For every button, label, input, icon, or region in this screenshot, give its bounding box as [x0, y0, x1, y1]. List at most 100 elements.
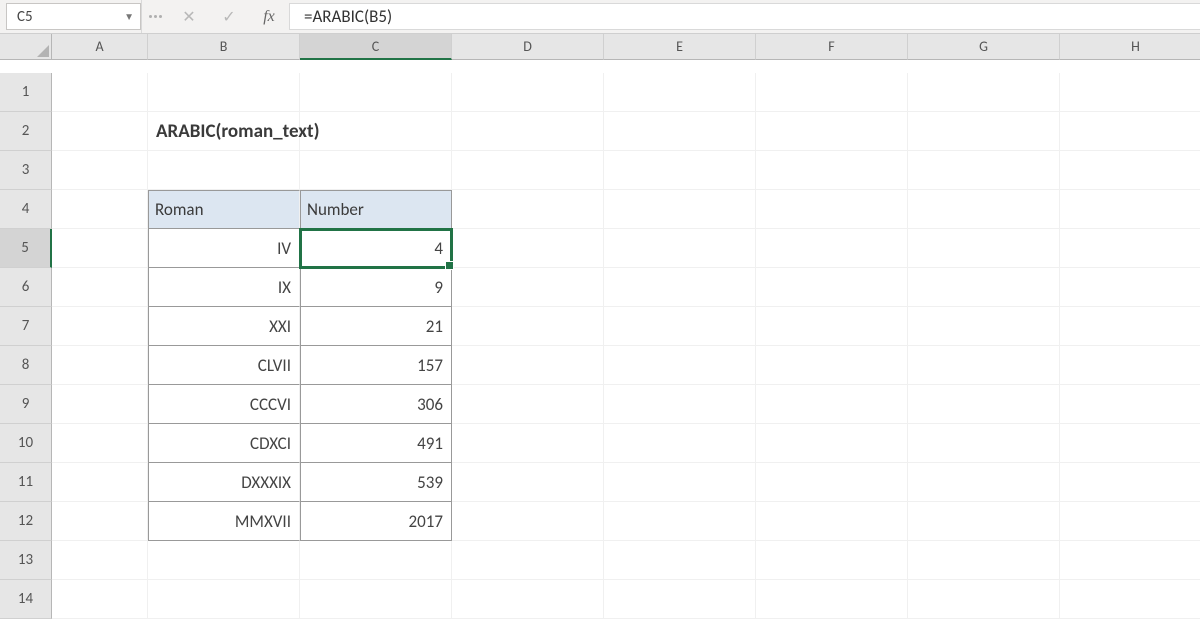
cell-H3[interactable]: [1060, 151, 1200, 190]
cell-F12[interactable]: [756, 502, 908, 541]
cell-H11[interactable]: [1060, 463, 1200, 502]
cell-G2[interactable]: [908, 112, 1060, 151]
cell-G3[interactable]: [908, 151, 1060, 190]
cell-G11[interactable]: [908, 463, 1060, 502]
cell-H7[interactable]: [1060, 307, 1200, 346]
cell-C1[interactable]: [300, 73, 452, 112]
cell-C5[interactable]: 4: [300, 229, 452, 268]
cell-E5[interactable]: [604, 229, 756, 268]
cell-D14[interactable]: [452, 580, 604, 619]
cell-H9[interactable]: [1060, 385, 1200, 424]
cell-H2[interactable]: [1060, 112, 1200, 151]
cell-B10[interactable]: CDXCI: [148, 424, 300, 463]
row-header-9[interactable]: 9: [0, 385, 52, 424]
cell-D3[interactable]: [452, 151, 604, 190]
cell-E10[interactable]: [604, 424, 756, 463]
cell-D11[interactable]: [452, 463, 604, 502]
col-header-C[interactable]: C: [300, 34, 452, 60]
cell-A1[interactable]: [52, 73, 148, 112]
row-header-1[interactable]: 1: [0, 73, 52, 112]
cell-H10[interactable]: [1060, 424, 1200, 463]
cell-C7[interactable]: 21: [300, 307, 452, 346]
cell-B12[interactable]: MMXVII: [148, 502, 300, 541]
cell-F8[interactable]: [756, 346, 908, 385]
cell-G1[interactable]: [908, 73, 1060, 112]
cell-G9[interactable]: [908, 385, 1060, 424]
cell-A6[interactable]: [52, 268, 148, 307]
table-header-roman[interactable]: Roman: [148, 190, 300, 229]
cell-C3[interactable]: [300, 151, 452, 190]
row-header-8[interactable]: 8: [0, 346, 52, 385]
col-header-F[interactable]: F: [756, 34, 908, 60]
cell-C13[interactable]: [300, 541, 452, 580]
col-header-E[interactable]: E: [604, 34, 756, 60]
cell-E8[interactable]: [604, 346, 756, 385]
cell-H4[interactable]: [1060, 190, 1200, 229]
cell-E11[interactable]: [604, 463, 756, 502]
cell-H8[interactable]: [1060, 346, 1200, 385]
col-header-B[interactable]: B: [148, 34, 300, 60]
row-header-6[interactable]: 6: [0, 268, 52, 307]
select-all-corner[interactable]: [0, 34, 52, 60]
cell-C11[interactable]: 539: [300, 463, 452, 502]
cell-A3[interactable]: [52, 151, 148, 190]
cell-C8[interactable]: 157: [300, 346, 452, 385]
cell-F6[interactable]: [756, 268, 908, 307]
row-header-7[interactable]: 7: [0, 307, 52, 346]
cell-C10[interactable]: 491: [300, 424, 452, 463]
cell-E4[interactable]: [604, 190, 756, 229]
col-header-A[interactable]: A: [52, 34, 148, 60]
cell-F1[interactable]: [756, 73, 908, 112]
cell-E2[interactable]: [604, 112, 756, 151]
cell-B9[interactable]: CCCVI: [148, 385, 300, 424]
cell-E13[interactable]: [604, 541, 756, 580]
cell-F7[interactable]: [756, 307, 908, 346]
row-header-12[interactable]: 12: [0, 502, 52, 541]
cell-E3[interactable]: [604, 151, 756, 190]
fx-icon[interactable]: fx: [249, 0, 289, 33]
cell-B3[interactable]: [148, 151, 300, 190]
cell-B6[interactable]: IX: [148, 268, 300, 307]
dropdown-icon[interactable]: ▼: [124, 10, 134, 23]
cell-H6[interactable]: [1060, 268, 1200, 307]
cell-G8[interactable]: [908, 346, 1060, 385]
cell-F13[interactable]: [756, 541, 908, 580]
cell-A7[interactable]: [52, 307, 148, 346]
cell-A2[interactable]: [52, 112, 148, 151]
cell-F5[interactable]: [756, 229, 908, 268]
cell-A13[interactable]: [52, 541, 148, 580]
cell-C14[interactable]: [300, 580, 452, 619]
cell-H5[interactable]: [1060, 229, 1200, 268]
cell-B11[interactable]: DXXXIX: [148, 463, 300, 502]
name-box[interactable]: C5 ▼: [6, 3, 141, 30]
cell-A12[interactable]: [52, 502, 148, 541]
row-header-3[interactable]: 3: [0, 151, 52, 190]
cell-D7[interactable]: [452, 307, 604, 346]
cell-H1[interactable]: [1060, 73, 1200, 112]
cell-H12[interactable]: [1060, 502, 1200, 541]
cell-B1[interactable]: [148, 73, 300, 112]
cell-F11[interactable]: [756, 463, 908, 502]
cell-E9[interactable]: [604, 385, 756, 424]
cell-B5[interactable]: IV: [148, 229, 300, 268]
cell-E7[interactable]: [604, 307, 756, 346]
row-header-10[interactable]: 10: [0, 424, 52, 463]
cell-G14[interactable]: [908, 580, 1060, 619]
cell-B2[interactable]: ARABIC(roman_text): [148, 112, 300, 151]
cell-H14[interactable]: [1060, 580, 1200, 619]
cell-A9[interactable]: [52, 385, 148, 424]
col-header-G[interactable]: G: [908, 34, 1060, 60]
col-header-D[interactable]: D: [452, 34, 604, 60]
row-header-13[interactable]: 13: [0, 541, 52, 580]
cell-G10[interactable]: [908, 424, 1060, 463]
cell-F4[interactable]: [756, 190, 908, 229]
cell-G6[interactable]: [908, 268, 1060, 307]
cancel-icon[interactable]: ✕: [169, 0, 209, 33]
cell-F3[interactable]: [756, 151, 908, 190]
cell-G5[interactable]: [908, 229, 1060, 268]
cell-D1[interactable]: [452, 73, 604, 112]
cell-D2[interactable]: [452, 112, 604, 151]
cell-D8[interactable]: [452, 346, 604, 385]
table-header-number[interactable]: Number: [300, 190, 452, 229]
enter-icon[interactable]: ✓: [209, 0, 249, 33]
